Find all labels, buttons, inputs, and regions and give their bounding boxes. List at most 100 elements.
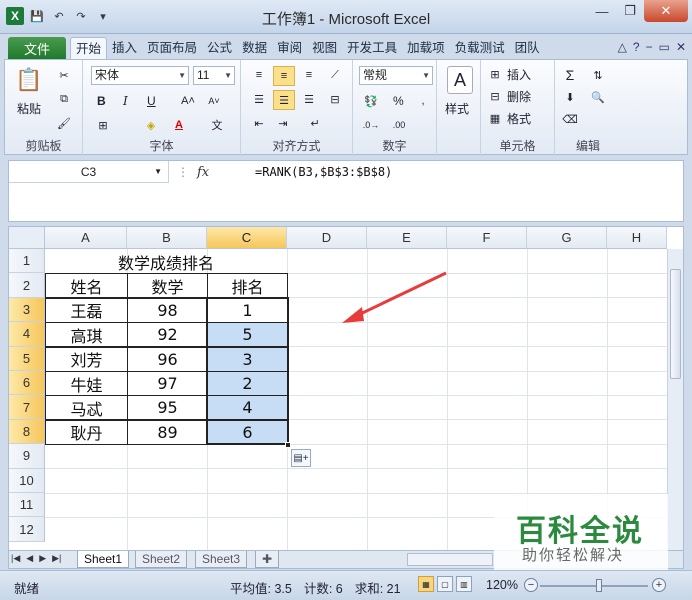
comma-icon[interactable]: ,: [415, 92, 431, 110]
styles-button[interactable]: 样式: [445, 100, 469, 117]
column-header-g[interactable]: G: [527, 227, 607, 249]
autosum-icon[interactable]: Σ: [561, 66, 579, 84]
copy-icon[interactable]: ⧉: [55, 90, 73, 108]
insert-cells-icon[interactable]: ⊞: [487, 66, 503, 82]
horizontal-scrollbar[interactable]: [407, 553, 493, 566]
tab-addins[interactable]: 加载项: [402, 37, 450, 59]
tab-review[interactable]: 审阅: [272, 37, 307, 59]
tab-formulas[interactable]: 公式: [202, 37, 237, 59]
row-header-10[interactable]: 10: [9, 468, 45, 493]
percent-button[interactable]: %: [393, 94, 404, 108]
fill-color-icon[interactable]: ◈: [141, 116, 161, 134]
decrease-decimal-icon[interactable]: .00: [389, 116, 409, 134]
clear-icon[interactable]: ⌫: [561, 110, 579, 128]
find-select-icon[interactable]: 🔍: [589, 88, 607, 106]
name-box[interactable]: C3 ▼: [9, 161, 169, 183]
delete-cells-icon[interactable]: ⊟: [487, 88, 503, 104]
format-painter-icon[interactable]: 🖌: [55, 114, 73, 132]
row-header-2[interactable]: 2: [9, 273, 45, 298]
sheet-tab-1[interactable]: Sheet1: [77, 551, 130, 568]
header-cell-math[interactable]: 数学: [127, 273, 208, 298]
page-break-view-icon[interactable]: ▥: [456, 576, 472, 592]
table-cell[interactable]: 98: [127, 297, 208, 323]
grow-font-icon[interactable]: A˄: [179, 92, 197, 110]
styles-icon[interactable]: A: [447, 66, 473, 94]
zoom-level[interactable]: 120%: [486, 578, 518, 592]
align-top-icon[interactable]: ≡: [249, 66, 269, 84]
row-header-1[interactable]: 1: [9, 249, 45, 274]
header-cell-rank[interactable]: 排名: [207, 273, 288, 298]
row-header-5[interactable]: 5: [9, 346, 45, 371]
column-header-f[interactable]: F: [447, 227, 527, 249]
zoom-in-icon[interactable]: +: [652, 578, 666, 592]
table-cell[interactable]: 马忒: [45, 395, 128, 421]
align-bottom-icon[interactable]: ≡: [299, 66, 319, 84]
underline-button[interactable]: U: [147, 94, 156, 108]
minimize-ribbon-icon[interactable]: △: [618, 40, 627, 54]
tab-developer[interactable]: 开发工具: [342, 37, 402, 59]
bold-button[interactable]: B: [97, 94, 106, 108]
tab-load-test[interactable]: 负载测试: [450, 37, 510, 59]
table-cell[interactable]: 6: [207, 419, 288, 445]
tab-page-layout[interactable]: 页面布局: [142, 37, 202, 59]
table-cell[interactable]: 1: [207, 297, 288, 323]
tab-team[interactable]: 团队: [510, 37, 545, 59]
row-header-11[interactable]: 11: [9, 493, 45, 518]
last-sheet-icon[interactable]: ▶|: [52, 553, 61, 564]
format-cells-button[interactable]: 格式: [507, 110, 531, 127]
italic-button[interactable]: I: [123, 94, 128, 108]
next-sheet-icon[interactable]: ▶: [39, 553, 46, 564]
zoom-slider[interactable]: [540, 585, 648, 587]
table-cell[interactable]: 89: [127, 419, 208, 445]
doc-close-icon[interactable]: ✕: [676, 40, 686, 54]
font-name-combo[interactable]: 宋体 ▼: [91, 66, 189, 85]
sort-filter-icon[interactable]: ⇅: [589, 66, 607, 84]
fill-icon[interactable]: ⬇: [561, 88, 579, 106]
wrap-text-icon[interactable]: ↵: [305, 114, 325, 132]
decrease-indent-icon[interactable]: ⇤: [249, 114, 269, 132]
increase-decimal-icon[interactable]: .0→: [361, 116, 381, 134]
help-icon[interactable]: ?: [633, 40, 640, 54]
fill-handle[interactable]: [285, 441, 291, 448]
align-right-icon[interactable]: ☰: [299, 90, 319, 108]
shrink-font-icon[interactable]: A˅: [205, 92, 223, 110]
table-cell[interactable]: 95: [127, 395, 208, 421]
doc-restore-icon[interactable]: ▭: [659, 40, 670, 54]
table-cell[interactable]: 5: [207, 322, 288, 348]
tab-file[interactable]: 文件: [8, 37, 66, 59]
tab-home[interactable]: 开始: [70, 37, 108, 59]
column-header-c[interactable]: C: [207, 227, 287, 249]
row-header-7[interactable]: 7: [9, 395, 45, 420]
table-cell[interactable]: 刘芳: [45, 346, 128, 372]
column-header-h[interactable]: H: [607, 227, 667, 249]
cut-icon[interactable]: ✂: [55, 66, 73, 84]
minimize-button[interactable]: —: [588, 0, 616, 22]
column-header-d[interactable]: D: [287, 227, 367, 249]
header-cell-name[interactable]: 姓名: [45, 273, 128, 298]
close-button[interactable]: ✕: [644, 0, 688, 22]
table-cell[interactable]: 高琪: [45, 322, 128, 348]
column-header-a[interactable]: A: [45, 227, 127, 249]
currency-icon[interactable]: 💱: [361, 92, 381, 110]
insert-cells-button[interactable]: 插入: [507, 66, 531, 83]
table-cell[interactable]: 97: [127, 371, 208, 396]
row-header-9[interactable]: 9: [9, 444, 45, 469]
tab-view[interactable]: 视图: [307, 37, 342, 59]
doc-minimize-icon[interactable]: −: [646, 40, 653, 54]
paste-button[interactable]: 粘贴: [17, 100, 41, 117]
page-layout-view-icon[interactable]: ▢: [437, 576, 453, 592]
table-cell[interactable]: 92: [127, 322, 208, 348]
align-center-icon[interactable]: ☰: [273, 90, 295, 110]
row-header-3[interactable]: 3: [9, 297, 45, 323]
align-middle-icon[interactable]: ≡: [273, 66, 295, 86]
table-cell[interactable]: 牛娃: [45, 371, 128, 396]
table-cell[interactable]: 王磊: [45, 297, 128, 323]
format-cells-icon[interactable]: ▦: [487, 110, 503, 126]
increase-indent-icon[interactable]: ⇥: [273, 114, 293, 132]
row-header-4[interactable]: 4: [9, 322, 45, 347]
insert-function-button[interactable]: fx: [197, 165, 209, 180]
formula-input[interactable]: =RANK(B3,$B$3:$B$8): [255, 165, 392, 179]
orientation-icon[interactable]: ⟋: [325, 66, 345, 84]
font-size-combo[interactable]: 11 ▼: [193, 66, 235, 85]
merge-center-icon[interactable]: ⊟: [325, 90, 345, 108]
